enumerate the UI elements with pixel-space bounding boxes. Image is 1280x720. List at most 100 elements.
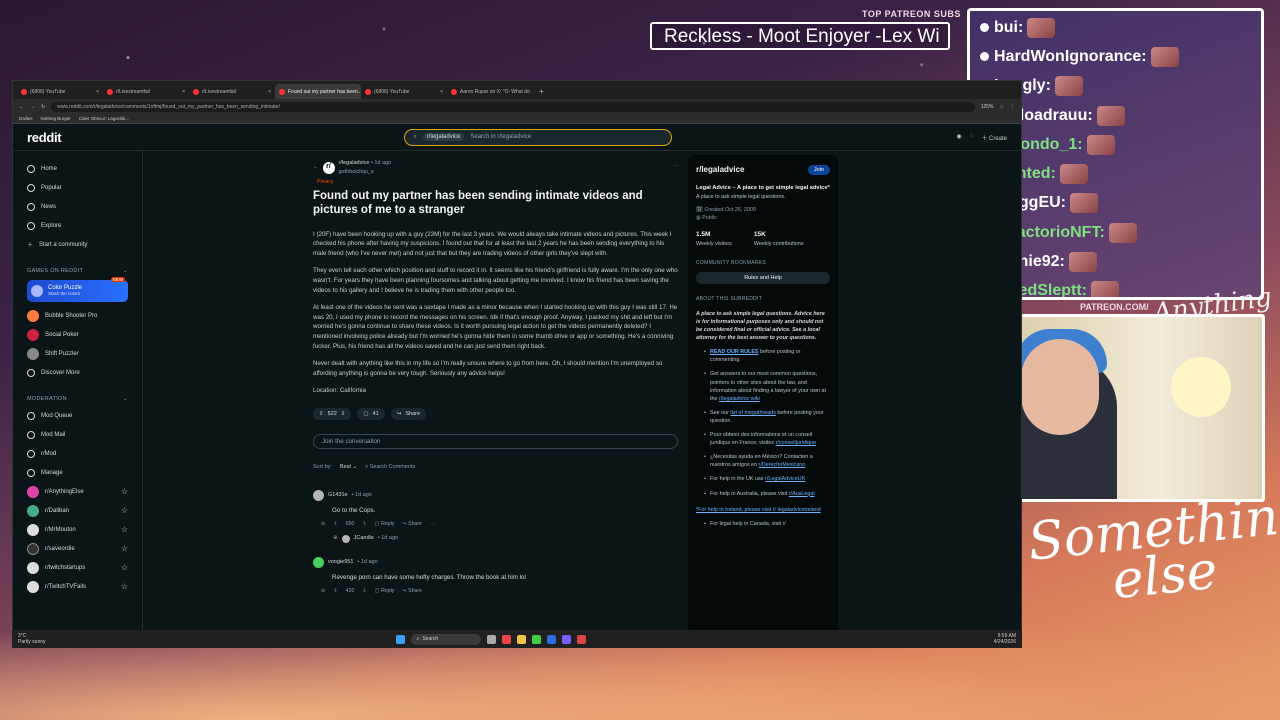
- start-icon[interactable]: [395, 634, 405, 644]
- back-arrow-icon[interactable]: ←: [313, 163, 319, 172]
- star-icon[interactable]: ☆: [121, 563, 128, 572]
- upvote-icon[interactable]: ⇧: [333, 587, 337, 595]
- avatar[interactable]: [313, 556, 324, 568]
- reload-icon[interactable]: ↻: [41, 104, 45, 110]
- clock[interactable]: 9:59 AM 4/24/2026: [994, 633, 1016, 645]
- more-options-icon[interactable]: ⋯: [430, 520, 435, 528]
- star-icon[interactable]: ☆: [121, 582, 128, 591]
- collapse-icon[interactable]: ⊖: [321, 587, 325, 595]
- comment-author[interactable]: JCandle: [354, 534, 374, 543]
- uk-link[interactable]: r/LegalAdviceUK: [765, 476, 805, 482]
- browser-tab[interactable]: (6806) YouTube ×: [17, 84, 103, 99]
- join-button[interactable]: Join: [807, 164, 830, 176]
- star-icon[interactable]: ☆: [121, 525, 128, 534]
- ads-icon[interactable]: ◉: [956, 133, 961, 142]
- reddit-logo[interactable]: reddit: [27, 130, 62, 145]
- downvote-icon[interactable]: ⇩: [341, 410, 346, 419]
- close-tab-icon[interactable]: ×: [440, 89, 443, 95]
- extensions-icon[interactable]: ⋮: [1010, 104, 1015, 110]
- mod-item[interactable]: Manage: [27, 463, 128, 482]
- post-subreddit[interactable]: r/legaladvice: [339, 160, 370, 166]
- chat-icon[interactable]: ◌: [970, 133, 974, 142]
- forward-icon[interactable]: →: [30, 104, 35, 110]
- post-author[interactable]: gothboicliqu_e: [339, 169, 374, 175]
- search-chip[interactable]: r/legaladvice: [422, 133, 465, 141]
- rules-link[interactable]: READ OUR RULES: [710, 349, 759, 355]
- app-icon[interactable]: [531, 634, 541, 644]
- browser-tab[interactable]: r/Livestreamfail ×: [103, 84, 189, 99]
- france-link[interactable]: r/conseiljuridique: [776, 440, 816, 446]
- nav-home[interactable]: Home: [27, 159, 128, 178]
- back-icon[interactable]: ←: [19, 104, 24, 110]
- upvote-icon[interactable]: ⇧: [333, 520, 337, 528]
- taskbar-search[interactable]: ⌕ Search: [410, 633, 481, 645]
- close-tab-icon[interactable]: ×: [182, 89, 185, 95]
- game-item[interactable]: Shift Puzzler: [27, 344, 128, 363]
- nav-news[interactable]: News: [27, 197, 128, 216]
- megathreads-link[interactable]: list of megathreads: [730, 410, 776, 416]
- comment-input[interactable]: Join the conversation: [313, 434, 678, 450]
- moderation-section-header[interactable]: MODERATION ⌄: [27, 392, 128, 406]
- subreddit-avatar[interactable]: r/: [322, 161, 335, 174]
- games-section-header[interactable]: GAMES ON REDDIT ⌄: [27, 264, 128, 278]
- reply-button[interactable]: ▢ Reply: [375, 587, 395, 595]
- game-item[interactable]: Social Poker: [27, 325, 128, 344]
- comment-author[interactable]: G1431e: [328, 491, 348, 500]
- post-flair[interactable]: Privacy: [317, 179, 678, 187]
- browser-tab[interactable]: Aaron Rupar on X: "O: What do×: [447, 84, 533, 99]
- rules-button[interactable]: Rules and Help: [696, 272, 830, 285]
- nav-popular[interactable]: Popular: [27, 178, 128, 197]
- task-view-icon[interactable]: [486, 634, 496, 644]
- sub-item[interactable]: r/saveordie ☆: [27, 539, 128, 558]
- avatar[interactable]: [341, 534, 350, 543]
- url-field[interactable]: www.reddit.com/r/legaladvice/comments/1n…: [51, 101, 975, 112]
- nav-explore[interactable]: Explore: [27, 216, 128, 235]
- downvote-icon[interactable]: ⇩: [362, 520, 366, 528]
- mod-item[interactable]: Mod Mail: [27, 425, 128, 444]
- nav-start-community[interactable]: ＋ Start a community: [27, 235, 128, 254]
- comments-button[interactable]: ▢ 41: [357, 408, 385, 421]
- comment-author[interactable]: voogie951: [328, 558, 353, 567]
- browser-tab[interactable]: r/Livestreamfail ×: [189, 84, 275, 99]
- more-options-icon[interactable]: ⋯: [673, 163, 679, 172]
- search-comments[interactable]: ⌕ Search Comments: [365, 463, 415, 472]
- sub-item[interactable]: r/twitchstartups ☆: [27, 558, 128, 577]
- mod-item[interactable]: r/Mod: [27, 444, 128, 463]
- weather-widget[interactable]: 3°C Partly sunny: [18, 633, 46, 645]
- ireland-text[interactable]: *For help in Ireland, please visit r/ le…: [696, 506, 830, 514]
- create-button[interactable]: ＋ Create: [981, 133, 1007, 142]
- search-input[interactable]: ⌕ r/legaladvice Search in r/legaladvice: [404, 128, 673, 146]
- wiki-link[interactable]: r/legaladvice wiki: [719, 396, 760, 402]
- mexico-link[interactable]: r/DerechoMexicano: [759, 462, 806, 468]
- game-item[interactable]: Bubble Shooter Pro: [27, 306, 128, 325]
- sidebar-title[interactable]: r/legaladvice: [696, 164, 744, 176]
- explorer-icon[interactable]: [516, 634, 526, 644]
- sub-item[interactable]: r/TwitchTVFails ☆: [27, 577, 128, 596]
- share-button[interactable]: ↪ Share: [402, 587, 422, 595]
- bookmark-item[interactable]: Nothing Burger: [41, 116, 71, 121]
- sub-item[interactable]: r/Daliban ☆: [27, 501, 128, 520]
- sub-item[interactable]: r/AnythingElse ☆: [27, 482, 128, 501]
- share-button[interactable]: ↪ Share: [390, 408, 427, 421]
- discord-icon[interactable]: [561, 634, 571, 644]
- australia-link[interactable]: r/AusLegal: [789, 491, 815, 497]
- star-icon[interactable]: ☆: [121, 487, 128, 496]
- upvote-icon[interactable]: ⇧: [319, 410, 324, 419]
- share-button[interactable]: ↪ Share: [402, 520, 422, 528]
- downvote-icon[interactable]: ⇩: [362, 587, 366, 595]
- browser-tab[interactable]: Found out my partner has been...×: [275, 84, 361, 99]
- star-icon[interactable]: ☆: [121, 544, 128, 553]
- steam-icon[interactable]: [546, 634, 556, 644]
- expand-icon[interactable]: ⊕: [333, 534, 338, 543]
- bookmark-star-icon[interactable]: ☆: [1000, 104, 1004, 110]
- sort-dropdown[interactable]: Best ⌄: [340, 463, 357, 472]
- close-tab-icon[interactable]: ×: [96, 89, 99, 95]
- bookmark-item[interactable]: Dailies: [19, 116, 33, 121]
- chrome-icon[interactable]: [501, 634, 511, 644]
- collapse-icon[interactable]: ⊖: [321, 520, 325, 528]
- zoom-indicator[interactable]: 125%: [981, 104, 994, 110]
- close-tab-icon[interactable]: ×: [268, 89, 271, 95]
- sub-item[interactable]: r/MrMouton ☆: [27, 520, 128, 539]
- bookmark-item[interactable]: Cider Obscur: Lagecilik...: [79, 116, 129, 121]
- browser-tab[interactable]: (6806) YouTube ×: [361, 84, 447, 99]
